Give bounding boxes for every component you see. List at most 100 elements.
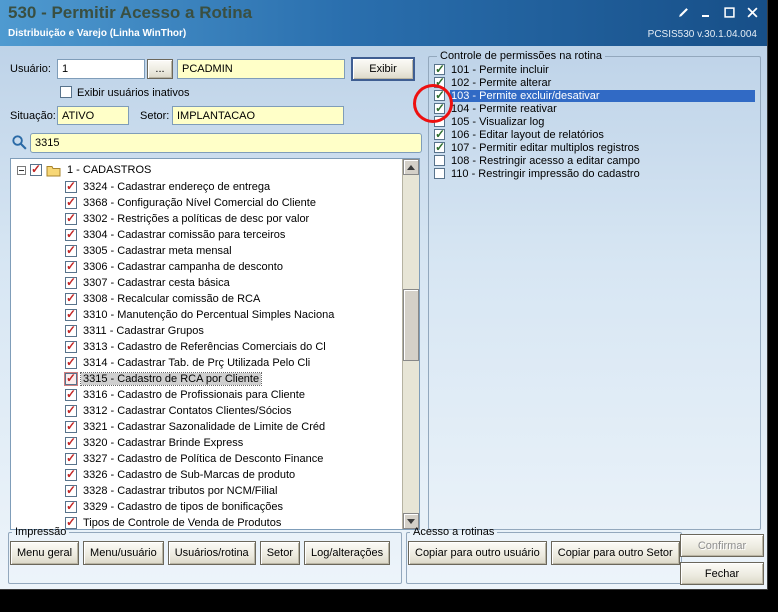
permission-checkbox[interactable]: [434, 140, 445, 154]
permission-item[interactable]: 107 - Permitir editar multiplos registro…: [434, 140, 755, 154]
permission-item[interactable]: 105 - Visualizar log: [434, 115, 755, 128]
tree-item[interactable]: 3328 - Cadastrar tributos por NCM/Filial: [15, 483, 402, 499]
tree-item-checkbox[interactable]: [65, 323, 77, 337]
tree-item-checkbox[interactable]: [65, 275, 77, 289]
tree-item[interactable]: 3316 - Cadastro de Profissionais para Cl…: [15, 387, 402, 403]
permission-item[interactable]: 102 - Permite alterar: [434, 75, 755, 89]
scroll-thumb[interactable]: [403, 289, 419, 361]
tree-root-checkbox[interactable]: [30, 162, 42, 176]
tree-item[interactable]: 3327 - Cadastro de Política de Desconto …: [15, 451, 402, 467]
impressao-button[interactable]: Menu geral: [10, 541, 80, 565]
tree-scrollbar[interactable]: [402, 159, 419, 529]
tree-item[interactable]: 3315 - Cadastro de RCA por Cliente: [15, 371, 402, 387]
show-inactive-label: Exibir usuários inativos: [77, 87, 190, 99]
tree-viewport: 1 - CADASTROS 3324 - Cadastrar endereço …: [11, 159, 402, 529]
tree-item-checkbox[interactable]: [65, 435, 77, 449]
permission-item[interactable]: 104 - Permite reativar: [434, 101, 755, 115]
tree-item[interactable]: 3308 - Recalcular comissão de RCA: [15, 291, 402, 307]
fechar-button[interactable]: Fechar: [680, 562, 764, 585]
tree-item[interactable]: 3310 - Manutenção do Percentual Simples …: [15, 307, 402, 323]
confirmar-button[interactable]: Confirmar: [680, 534, 764, 557]
maximize-button[interactable]: [722, 6, 736, 19]
tree-item[interactable]: 3302 - Restrições a políticas de desc po…: [15, 211, 402, 227]
tree-item-label: 3311 - Cadastrar Grupos: [83, 325, 204, 337]
routine-tree: 1 - CADASTROS 3324 - Cadastrar endereço …: [10, 158, 420, 530]
tree-item[interactable]: 3314 - Cadastrar Tab. de Prç Utilizada P…: [15, 355, 402, 371]
tree-item-label: 3305 - Cadastrar meta mensal: [83, 245, 232, 257]
permission-label: 103 - Permite excluir/desativar: [450, 89, 755, 102]
tree-item[interactable]: 3306 - Cadastrar campanha de desconto: [15, 259, 402, 275]
close-button[interactable]: [745, 6, 759, 19]
user-browse-button[interactable]: ...: [147, 59, 173, 79]
tree-item-label: 3315 - Cadastro de RCA por Cliente: [79, 372, 263, 386]
permission-checkbox[interactable]: [434, 75, 445, 89]
tree-item[interactable]: 3368 - Configuração Nível Comercial do C…: [15, 195, 402, 211]
exibir-button[interactable]: Exibir: [351, 57, 415, 81]
tree-item-checkbox[interactable]: [65, 403, 77, 417]
tree-item-checkbox[interactable]: [65, 419, 77, 433]
collapse-icon[interactable]: [17, 165, 26, 175]
permissions-group: Controle de permissões na rotina 101 - P…: [428, 50, 761, 530]
tree-item[interactable]: 3304 - Cadastrar comissão para terceiros: [15, 227, 402, 243]
tree-item-checkbox[interactable]: [65, 467, 77, 481]
impressao-button[interactable]: Setor: [259, 541, 300, 565]
permission-checkbox[interactable]: [434, 62, 445, 76]
tree-item-checkbox[interactable]: [65, 211, 77, 225]
tree-item-checkbox[interactable]: [65, 451, 77, 465]
tree-item[interactable]: 3307 - Cadastrar cesta básica: [15, 275, 402, 291]
tree-item[interactable]: 3326 - Cadastro de Sub-Marcas de produto: [15, 467, 402, 483]
tree-item-checkbox[interactable]: [65, 499, 77, 513]
permission-item[interactable]: 106 - Editar layout de relatórios: [434, 127, 755, 141]
permission-checkbox[interactable]: [434, 155, 445, 166]
tree-item-checkbox[interactable]: [65, 179, 77, 193]
tree-item[interactable]: 3321 - Cadastrar Sazonalidade de Limite …: [15, 419, 402, 435]
impressao-button[interactable]: Usuários/rotina: [167, 541, 256, 565]
tree-item-checkbox[interactable]: [65, 355, 77, 369]
permission-item[interactable]: 103 - Permite excluir/desativar: [434, 88, 755, 102]
permission-checkbox[interactable]: [434, 116, 445, 127]
tree-item[interactable]: 3311 - Cadastrar Grupos: [15, 323, 402, 339]
tree-item-checkbox[interactable]: [65, 339, 77, 353]
permission-item[interactable]: 101 - Permite incluir: [434, 62, 755, 76]
tree-item[interactable]: 3313 - Cadastro de Referências Comerciai…: [15, 339, 402, 355]
tree-item[interactable]: 3324 - Cadastrar endereço de entrega: [15, 179, 402, 195]
tree-item-label: 3308 - Recalcular comissão de RCA: [83, 293, 261, 305]
user-code-input[interactable]: [57, 59, 145, 79]
permission-checkbox[interactable]: [434, 127, 445, 141]
permission-checkbox[interactable]: [434, 168, 445, 179]
folder-icon: [46, 164, 61, 177]
permission-checkbox[interactable]: [434, 101, 445, 115]
window-title: 530 - Permitir Acesso a Rotina: [8, 3, 253, 22]
permission-checkbox[interactable]: [434, 88, 445, 102]
tree-item-checkbox[interactable]: [65, 483, 77, 497]
tree-item[interactable]: 3312 - Cadastrar Contatos Clientes/Sócio…: [15, 403, 402, 419]
tree-root-cadastros[interactable]: 1 - CADASTROS: [15, 161, 402, 179]
tree-item[interactable]: 3305 - Cadastrar meta mensal: [15, 243, 402, 259]
show-inactive-checkbox[interactable]: [60, 86, 72, 98]
tree-item[interactable]: 3329 - Cadastro de tipos de bonificações: [15, 499, 402, 515]
tree-item-label: 3329 - Cadastro de tipos de bonificações: [83, 501, 283, 513]
permission-item[interactable]: 110 - Restringir impressão do cadastro: [434, 167, 755, 180]
tree-item-checkbox[interactable]: [65, 291, 77, 305]
copiar-button[interactable]: Copiar para outro Setor: [550, 541, 680, 565]
situacao-label: Situação:: [10, 110, 56, 122]
impressao-button[interactable]: Log/alterações: [303, 541, 391, 565]
search-input[interactable]: [30, 133, 422, 153]
tree-item-checkbox[interactable]: [65, 227, 77, 241]
scroll-up-button[interactable]: [403, 159, 419, 175]
pencil-icon[interactable]: [676, 6, 690, 19]
tree-item-checkbox[interactable]: [65, 307, 77, 321]
tree-item-checkbox[interactable]: [65, 243, 77, 257]
permission-item[interactable]: 108 - Restringir acesso a editar campo: [434, 154, 755, 167]
impressao-button[interactable]: Menu/usuário: [83, 541, 164, 565]
copiar-button[interactable]: Copiar para outro usuário: [408, 541, 547, 565]
tree-item[interactable]: 3320 - Cadastrar Brinde Express: [15, 435, 402, 451]
tree-item-checkbox[interactable]: [65, 195, 77, 209]
permission-label: 110 - Restringir impressão do cadastro: [451, 167, 640, 180]
tree-item-checkbox[interactable]: [65, 387, 77, 401]
minimize-button[interactable]: [699, 6, 713, 19]
tree-item-checkbox[interactable]: [65, 371, 77, 385]
tree-item-checkbox[interactable]: [65, 259, 77, 273]
impressao-group: Impressão Menu geral Menu/usuário Usuári…: [8, 526, 402, 584]
tree-item-label: 3313 - Cadastro de Referências Comerciai…: [83, 341, 326, 353]
